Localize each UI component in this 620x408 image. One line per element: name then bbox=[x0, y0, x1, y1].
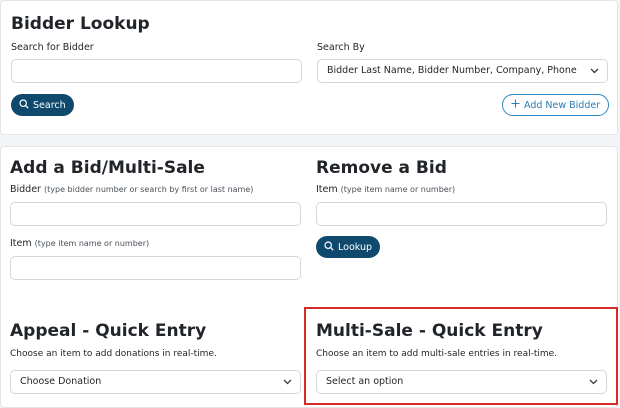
search-button[interactable]: Search bbox=[11, 94, 74, 116]
multisale-quick-entry-title: Multi-Sale - Quick Entry bbox=[316, 321, 543, 341]
search-by-label: Search By bbox=[317, 42, 365, 53]
appeal-quick-entry-title: Appeal - Quick Entry bbox=[10, 321, 207, 341]
bidder-input[interactable] bbox=[10, 202, 301, 226]
search-button-label: Search bbox=[33, 99, 66, 111]
multisale-selected-value: Select an option bbox=[326, 376, 404, 387]
add-new-bidder-label: Add New Bidder bbox=[524, 99, 601, 111]
chevron-down-icon bbox=[590, 60, 599, 82]
choose-donation-select[interactable]: Choose Donation bbox=[10, 370, 301, 394]
plus-icon bbox=[511, 99, 520, 111]
add-bid-item-hint: (type item name or number) bbox=[34, 239, 150, 248]
multisale-quick-entry-description: Choose an item to add multi-sale entries… bbox=[316, 349, 558, 359]
search-icon bbox=[324, 240, 334, 254]
bidder-label-text: Bidder bbox=[10, 184, 41, 195]
appeal-quick-entry-description: Choose an item to add donations in real-… bbox=[10, 349, 217, 359]
add-bid-title: Add a Bid/Multi-Sale bbox=[10, 158, 205, 178]
bidder-lookup-title: Bidder Lookup bbox=[11, 14, 150, 34]
remove-bid-item-input[interactable] bbox=[316, 202, 607, 226]
lookup-button[interactable]: Lookup bbox=[316, 236, 381, 258]
remove-bid-item-hint: (type item name or number) bbox=[340, 185, 456, 194]
multisale-option-select[interactable]: Select an option bbox=[316, 370, 607, 394]
search-by-select[interactable]: Bidder Last Name, Bidder Number, Company… bbox=[317, 59, 608, 83]
add-bid-item-label-text: Item bbox=[10, 238, 32, 249]
add-new-bidder-button[interactable]: Add New Bidder bbox=[502, 94, 610, 116]
bidder-lookup-card: Bidder Lookup Search for Bidder Search B… bbox=[0, 0, 618, 135]
search-for-bidder-label: Search for Bidder bbox=[11, 42, 94, 53]
choose-donation-selected-value: Choose Donation bbox=[20, 376, 102, 387]
remove-bid-item-label: Item (type item name or number) bbox=[316, 184, 455, 196]
remove-bid-title: Remove a Bid bbox=[316, 158, 447, 178]
lookup-button-label: Lookup bbox=[338, 241, 373, 253]
search-icon bbox=[19, 98, 29, 112]
bidder-label: Bidder (type bidder number or search by … bbox=[10, 184, 253, 196]
bidder-hint: (type bidder number or search by first o… bbox=[44, 185, 254, 194]
remove-bid-item-label-text: Item bbox=[316, 184, 338, 195]
add-bid-item-input[interactable] bbox=[10, 256, 301, 280]
search-for-bidder-input[interactable] bbox=[11, 59, 302, 83]
search-by-selected-value: Bidder Last Name, Bidder Number, Company… bbox=[327, 65, 577, 76]
chevron-down-icon bbox=[283, 371, 292, 393]
add-bid-item-label: Item (type item name or number) bbox=[10, 238, 149, 250]
chevron-down-icon bbox=[589, 371, 598, 393]
